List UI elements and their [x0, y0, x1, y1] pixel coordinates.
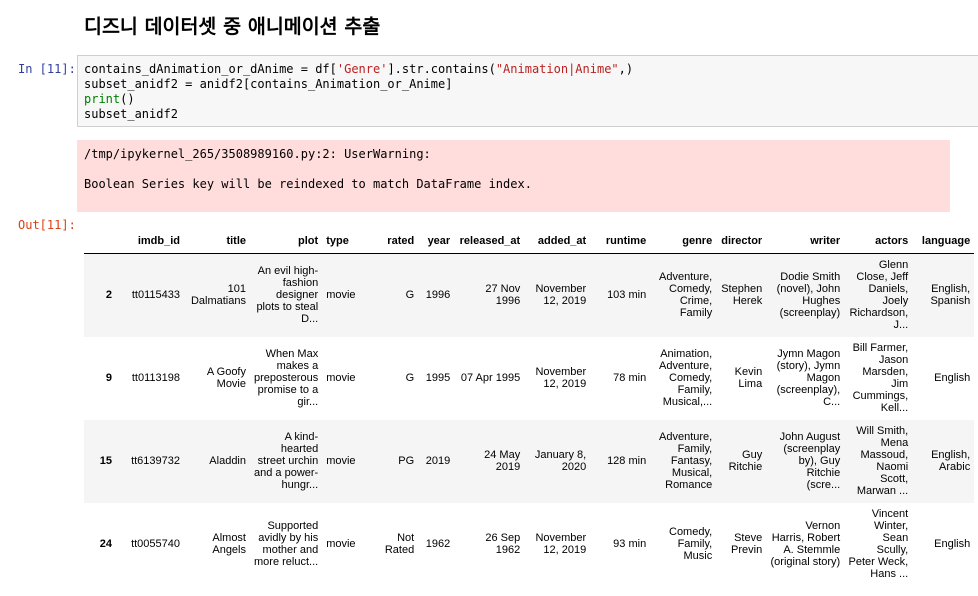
warning-output: /tmp/ipykernel_265/3508989160.py:2: User… — [77, 140, 950, 212]
cell-rated: G — [405, 372, 415, 384]
column-header: runtime — [590, 229, 651, 254]
cell-plot: A kind-hearted street urchin and a power… — [254, 431, 319, 491]
input-prompt: In [11]: — [18, 62, 76, 76]
cell-rated: G — [405, 289, 415, 302]
cell-genre: Animation, Adventure, Comedy, Family, Mu… — [659, 348, 713, 408]
cell-director: Guy Ritchie — [728, 449, 763, 473]
row-index: 2 — [105, 289, 112, 302]
cell-genre: Adventure, Comedy, Crime, Family — [659, 271, 713, 320]
cell-rated: Not Rated — [384, 532, 415, 556]
column-header: genre — [650, 229, 717, 254]
cell-genre: Comedy, Family, Music — [669, 526, 713, 562]
column-header: rated — [372, 229, 419, 254]
dataframe-table: imdb_id title plot type rated year relea… — [84, 229, 975, 586]
section-heading: 디즈니 데이터셋 중 애니메이션 추출 — [84, 15, 381, 38]
code-text: ].str.contains( — [387, 62, 496, 76]
column-header: released_at — [454, 229, 525, 254]
cell-genre: Adventure, Family, Fantasy, Musical, Rom… — [659, 431, 713, 491]
cell-added-at: January 8, 2020 — [534, 449, 587, 473]
row-index: 15 — [99, 455, 112, 467]
code-text: subset_anidf2 — [84, 107, 178, 121]
output-prompt: Out[11]: — [18, 218, 76, 232]
code-string: "Animation|Anime" — [495, 62, 619, 76]
cell-writer: Dodie Smith (novel), John Hughes (screen… — [776, 271, 841, 320]
cell-writer: John August (screenplay by), Guy Ritchie… — [779, 431, 841, 491]
cell-imdb-id: tt0115433 — [131, 289, 180, 302]
cell-title: A Goofy Movie — [206, 366, 246, 390]
cell-title: Aladdin — [209, 455, 246, 467]
column-header: actors — [844, 229, 913, 254]
table-row: 9 tt0113198 A Goofy Movie When Max makes… — [84, 337, 974, 420]
warning-line: Boolean Series key will be reindexed to … — [84, 177, 532, 191]
row-index: 9 — [105, 372, 112, 384]
cell-plot: An evil high-fashion designer plots to s… — [256, 265, 319, 326]
row-index: 24 — [99, 538, 112, 550]
cell-rated: PG — [398, 455, 415, 467]
cell-plot: Supported avidly by his mother and more … — [254, 520, 319, 568]
cell-runtime: 128 min — [607, 455, 647, 467]
cell-type: movie — [326, 538, 356, 550]
code-string: 'Genre' — [336, 62, 388, 76]
column-header — [84, 229, 116, 254]
cell-imdb-id: tt0055740 — [131, 538, 180, 550]
table-header-row: imdb_id title plot type rated year relea… — [84, 229, 975, 254]
cell-imdb-id: tt6139732 — [131, 455, 180, 467]
cell-director: Kevin Lima — [734, 366, 763, 390]
table-row: 24 tt0055740 Almost Angels Supported avi… — [84, 503, 974, 586]
cell-released-at: 27 Nov 1996 — [485, 283, 521, 308]
cell-language: English — [934, 538, 971, 550]
cell-director: Steve Previn — [731, 532, 763, 556]
cell-actors: Will Smith, Mena Massoud, Naomi Scott, M… — [856, 425, 909, 497]
warning-line: /tmp/ipykernel_265/3508989160.py:2: User… — [84, 147, 431, 161]
cell-added-at: November 12, 2019 — [535, 532, 587, 556]
cell-runtime: 93 min — [613, 538, 647, 550]
cell-director: Stephen Herek — [721, 283, 763, 308]
column-header: title — [184, 229, 250, 254]
cell-type: movie — [326, 455, 356, 467]
cell-year: 1995 — [425, 372, 451, 384]
cell-language: English, Arabic — [931, 449, 971, 473]
code-text: ,) — [618, 62, 634, 76]
column-header: director — [716, 229, 767, 254]
cell-year: 1962 — [425, 538, 451, 550]
table-row: 15 tt6139732 Aladdin A kind-hearted stre… — [84, 419, 975, 503]
code-keyword: print — [84, 92, 121, 106]
cell-runtime: 103 min — [607, 289, 647, 302]
code-text: subset_anidf2 = anidf2[contains_Animatio… — [84, 77, 453, 91]
cell-actors: Glenn Close, Jeff Daniels, Joely Richard… — [849, 259, 909, 332]
cell-released-at: 07 Apr 1995 — [460, 372, 521, 384]
cell-added-at: November 12, 2019 — [535, 283, 587, 308]
table-row: 2 tt0115433 101 Dalmatians An evil high-… — [84, 253, 975, 337]
cell-actors: Vincent Winter, Sean Scully, Peter Weck,… — [848, 508, 909, 580]
cell-plot: When Max makes a preposterous promise to… — [254, 348, 319, 408]
cell-type: movie — [326, 372, 356, 384]
code-cell[interactable]: contains_dAnimation_or_dAnime = df['Genr… — [77, 55, 978, 127]
cell-released-at: 26 Sep 1962 — [485, 532, 521, 556]
column-header: added_at — [524, 229, 591, 254]
cell-year: 1996 — [425, 289, 451, 302]
cell-writer: Vernon Harris, Robert A. Stemmle (origin… — [770, 520, 841, 568]
cell-actors: Bill Farmer, Jason Marsden, Jim Cummings… — [852, 342, 909, 414]
column-header: plot — [250, 229, 323, 254]
cell-year: 2019 — [425, 455, 451, 467]
column-header: type — [322, 229, 373, 254]
code-text: contains_dAnimation_or_dAnime = df[ — [84, 62, 337, 76]
column-header: year — [418, 229, 455, 254]
cell-runtime: 78 min — [613, 372, 647, 384]
cell-writer: Jymn Magon (story), Jymn Magon (screenpl… — [776, 348, 841, 408]
cell-type: movie — [326, 289, 356, 302]
cell-imdb-id: tt0113198 — [131, 372, 180, 384]
cell-released-at: 24 May 2019 — [484, 449, 521, 473]
cell-language: English — [934, 372, 971, 384]
column-header: language — [912, 229, 975, 254]
cell-language: English, Spanish — [930, 283, 971, 308]
column-header: writer — [766, 229, 845, 254]
cell-title: Almost Angels — [212, 532, 246, 556]
cell-title: 101 Dalmatians — [190, 283, 246, 308]
column-header: imdb_id — [116, 229, 184, 254]
code-text: () — [120, 92, 135, 106]
cell-added-at: November 12, 2019 — [535, 366, 587, 390]
